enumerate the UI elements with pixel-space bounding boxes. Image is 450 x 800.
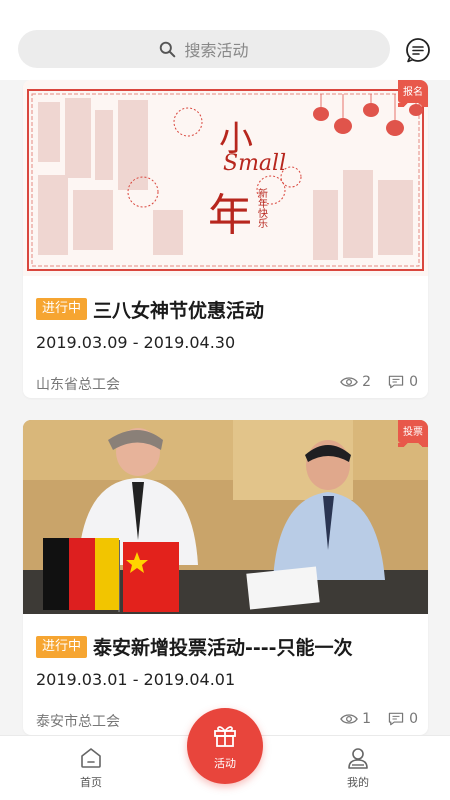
activity-card[interactable]: 投票 进行中 泰安新增投票活动----只能一次 2019.03.01 - 201… (23, 420, 428, 735)
home-icon (81, 748, 101, 768)
status-badge: 进行中 (36, 298, 88, 320)
activity-title: 泰安新增投票活动----只能一次 (93, 637, 353, 659)
activity-banner-image: 小 Small 年 新年快乐 (23, 80, 428, 276)
banner-sub-text: 新年快乐 (256, 187, 268, 228)
activity-card[interactable]: 小 Small 年 新年快乐 报名 进行中 三八女神节优惠活动 2019.03.… (23, 80, 428, 398)
search-bar[interactable]: 搜索活动 (18, 30, 390, 68)
eye-icon (340, 714, 359, 724)
activity-photo-image (23, 420, 428, 614)
corner-tag: 投票 (398, 420, 428, 447)
nav-home[interactable]: 首页 (61, 746, 121, 790)
activity-stats: 1 0 (340, 711, 418, 727)
nav-mine[interactable]: 我的 (328, 746, 388, 790)
organizer: 泰安市总工会 (36, 714, 120, 730)
comment-count: 0 (409, 374, 418, 390)
corner-tag: 报名 (398, 80, 428, 107)
view-count: 1 (362, 711, 372, 727)
status-badge: 进行中 (36, 636, 88, 658)
eye-icon (340, 377, 359, 387)
nav-activity-button[interactable]: 活动 (187, 708, 263, 784)
search-placeholder: 搜索活动 (184, 41, 249, 60)
comment-count: 0 (409, 711, 418, 727)
activity-title: 三八女神节优惠活动 (93, 300, 265, 322)
user-icon (348, 748, 368, 769)
top-bar: 搜索活动 (0, 0, 450, 80)
gift-icon (214, 726, 236, 747)
activity-stats: 2 0 (340, 374, 418, 390)
banner-small-text: Small (223, 151, 286, 176)
nav-activity-label: 活动 (214, 757, 236, 770)
nav-home-label: 首页 (80, 776, 102, 789)
view-count: 2 (362, 374, 372, 390)
banner-nian-text: 年 (208, 190, 252, 241)
comment-icon (388, 375, 404, 389)
organizer: 山东省总工会 (36, 377, 120, 393)
nav-mine-label: 我的 (347, 776, 369, 789)
search-icon (160, 41, 176, 57)
activity-dates: 2019.03.09 - 2019.04.30 (36, 333, 236, 352)
activity-dates: 2019.03.01 - 2019.04.01 (36, 670, 236, 689)
comment-icon (388, 712, 404, 726)
message-icon[interactable] (405, 37, 431, 63)
